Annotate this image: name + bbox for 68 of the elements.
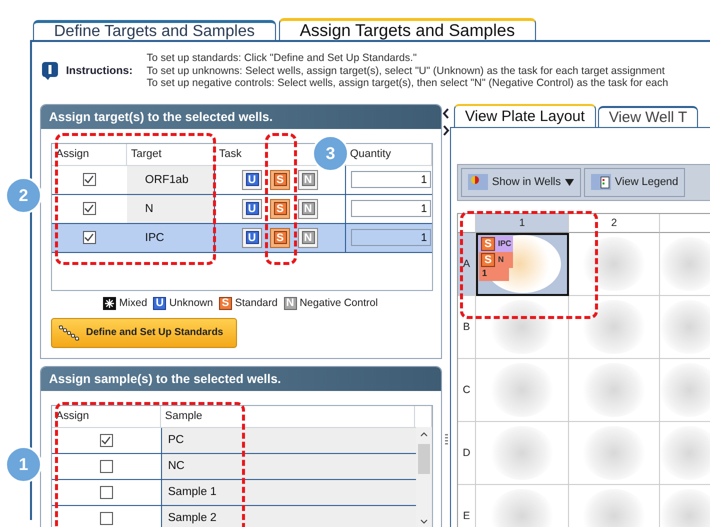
checkbox[interactable] <box>82 173 96 186</box>
column-label: 2 <box>569 214 660 232</box>
row-label: D <box>458 422 476 484</box>
checkbox[interactable] <box>82 202 96 215</box>
instruction-text: To set up unknowns: Select wells, assign target(s), select "U" (Unknown) as the task for each target assignment <box>146 64 666 77</box>
target-name: IPC <box>127 224 215 252</box>
instructions-label: Instructions: <box>66 64 133 77</box>
sample-name: PC <box>161 428 415 452</box>
checkbox[interactable] <box>100 486 112 498</box>
column-header: Sample <box>161 406 415 426</box>
tab[interactable]: View Well T <box>598 106 698 126</box>
legend-grid-icon <box>590 174 611 190</box>
expand-right-icon[interactable] <box>442 124 450 136</box>
row-label: C <box>458 358 476 422</box>
color-grid-icon <box>468 174 488 190</box>
well-tag: S IPC <box>479 236 514 252</box>
quantity-field[interactable]: 1 <box>351 229 431 246</box>
sample-name: Sample 1 <box>161 480 415 504</box>
row-label: E <box>458 484 476 527</box>
sample-name: NC <box>161 454 415 478</box>
legend-label: Unknown <box>169 297 213 309</box>
task-symbol: U <box>153 296 166 310</box>
task-symbol: S <box>218 296 232 310</box>
row-label: B <box>458 296 476 358</box>
info-icon <box>42 62 58 80</box>
task-symbol: N <box>284 296 297 310</box>
quantity-field[interactable]: 1 <box>351 200 431 217</box>
checkbox[interactable] <box>100 512 112 524</box>
instruction-text: To set up standards: Click "Define and Set Up Standards." <box>146 52 418 64</box>
task-toggle[interactable]: U <box>242 170 262 190</box>
target-name: N <box>127 194 215 222</box>
caret-icon <box>564 178 574 186</box>
view-legend-button[interactable]: View Legend <box>584 168 686 196</box>
column-header: Assign <box>52 406 161 426</box>
define-standards-button[interactable]: Define and Set Up Standards <box>51 318 237 348</box>
collapse-left-icon[interactable] <box>442 108 450 118</box>
tab[interactable]: Assign Targets and Samples <box>278 18 536 40</box>
step-badge: 1 <box>5 446 42 483</box>
task-toggle[interactable]: U <box>242 198 262 218</box>
target-row[interactable]: ORF1ab U S N 1 <box>52 166 432 194</box>
well-tag: S N <box>479 252 514 268</box>
checkbox[interactable] <box>100 460 112 472</box>
tab[interactable]: View Plate Layout <box>454 104 596 126</box>
show-in-wells-button[interactable]: Show in Wells <box>461 168 581 196</box>
instruction-text: To set up negative controls: Select wells, assign target(s), then select "N" (Negative Control) as the task for each <box>146 77 668 90</box>
asterisk-icon <box>103 296 116 310</box>
target-row[interactable]: N U S N 1 <box>52 194 432 224</box>
column-label: 1 <box>476 214 569 232</box>
quantity-field[interactable]: 1 <box>351 171 431 188</box>
panel-title: Assign sample(s) to the selected wells. <box>41 366 441 390</box>
well[interactable]: S IPC S N 1 <box>476 232 569 296</box>
column-header: Target <box>127 144 215 164</box>
legend-label: Mixed <box>119 297 148 309</box>
panel-title: Assign target(s) to the selected wells. <box>41 104 441 128</box>
checkbox[interactable] <box>100 434 112 446</box>
legend-label: Negative Control <box>300 297 378 309</box>
step-badge: 2 <box>5 177 42 214</box>
well-quantity: 1 <box>479 268 509 280</box>
checkbox[interactable] <box>82 231 96 244</box>
splitter-grip-icon[interactable] <box>444 434 448 446</box>
scrollbar[interactable] <box>416 426 432 527</box>
dilution-series-icon <box>58 324 80 340</box>
task-toggle[interactable]: U <box>242 228 262 248</box>
target-row[interactable]: IPC U S N 1 <box>52 224 432 252</box>
legend-label: Standard <box>234 297 278 309</box>
target-name: ORF1ab <box>127 166 215 194</box>
tab[interactable]: Define Targets and Samples <box>33 20 276 40</box>
sample-name: Sample 2 <box>161 506 415 527</box>
